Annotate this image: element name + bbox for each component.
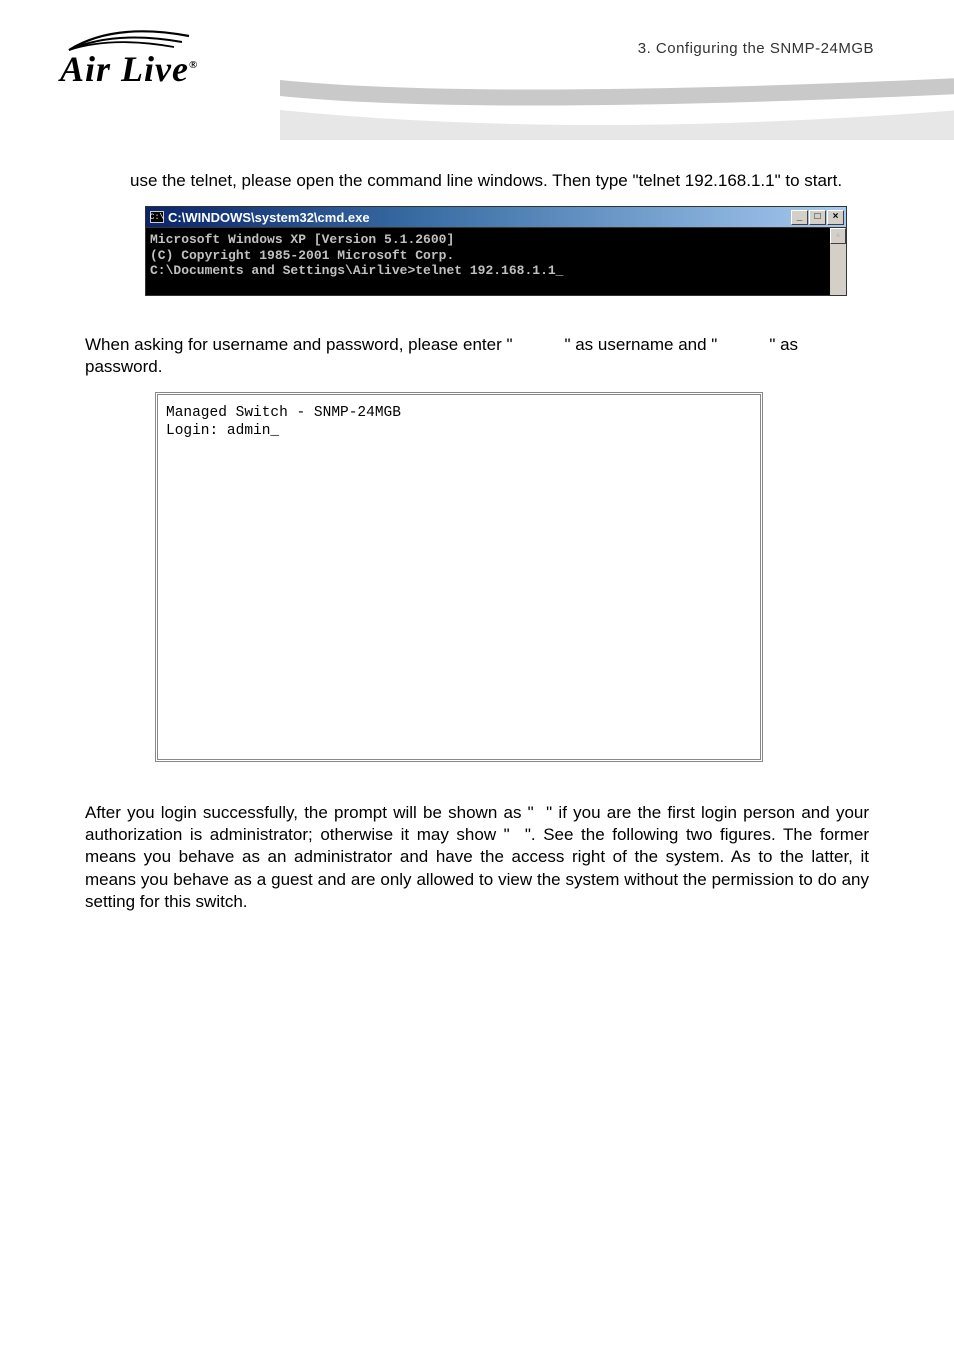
prompt-blank-admin [534, 803, 546, 822]
scroll-up-button[interactable]: ▲ [830, 228, 846, 244]
logo: Air Live® [60, 28, 198, 90]
prompt-blank-guest [510, 825, 525, 844]
mid-paragraph: When asking for username and password, p… [85, 334, 869, 378]
password-blank [717, 335, 769, 354]
cmd-window-buttons: _ □ × [791, 210, 844, 225]
cmd-line: C:\Documents and Settings\Airlive>telnet… [150, 263, 840, 279]
username-blank [513, 335, 565, 354]
cmd-title-left: C:\ C:\WINDOWS\system32\cmd.exe [148, 210, 370, 225]
logo-text: Air Live® [60, 48, 198, 90]
header-swoosh-decoration [280, 70, 954, 140]
cmd-scrollbar[interactable]: ▲ [830, 228, 846, 295]
breadcrumb: 3. Configuring the SNMP-24MGB [638, 40, 874, 57]
cmd-window-screenshot: C:\ C:\WINDOWS\system32\cmd.exe _ □ × ▲ … [145, 206, 847, 296]
telnet-window-screenshot: Managed Switch - SNMP-24MGB Login: admin… [155, 392, 763, 762]
telnet-line: Login: admin_ [166, 423, 752, 440]
cmd-icon: C:\ [150, 211, 164, 223]
mid-para-part: " as username and " [564, 335, 717, 354]
last-paragraph: After you login successfully, the prompt… [85, 802, 869, 912]
close-button[interactable]: × [827, 210, 844, 225]
cmd-body: ▲ Microsoft Windows XP [Version 5.1.2600… [145, 228, 847, 296]
minimize-button[interactable]: _ [791, 210, 808, 225]
cmd-titlebar: C:\ C:\WINDOWS\system32\cmd.exe _ □ × [145, 206, 847, 228]
last-para-part: After you login successfully, the prompt… [85, 803, 534, 822]
intro-paragraph: use the telnet, please open the command … [130, 170, 869, 192]
cmd-line: Microsoft Windows XP [Version 5.1.2600] [150, 232, 840, 248]
mid-para-part: When asking for username and password, p… [85, 335, 513, 354]
telnet-line: Managed Switch - SNMP-24MGB [166, 405, 752, 422]
page-header: Air Live® 3. Configuring the SNMP-24MGB [0, 0, 954, 130]
cmd-line: (C) Copyright 1985-2001 Microsoft Corp. [150, 248, 840, 264]
maximize-button[interactable]: □ [809, 210, 826, 225]
page-content: use the telnet, please open the command … [0, 130, 954, 913]
cmd-title: C:\WINDOWS\system32\cmd.exe [168, 210, 370, 225]
